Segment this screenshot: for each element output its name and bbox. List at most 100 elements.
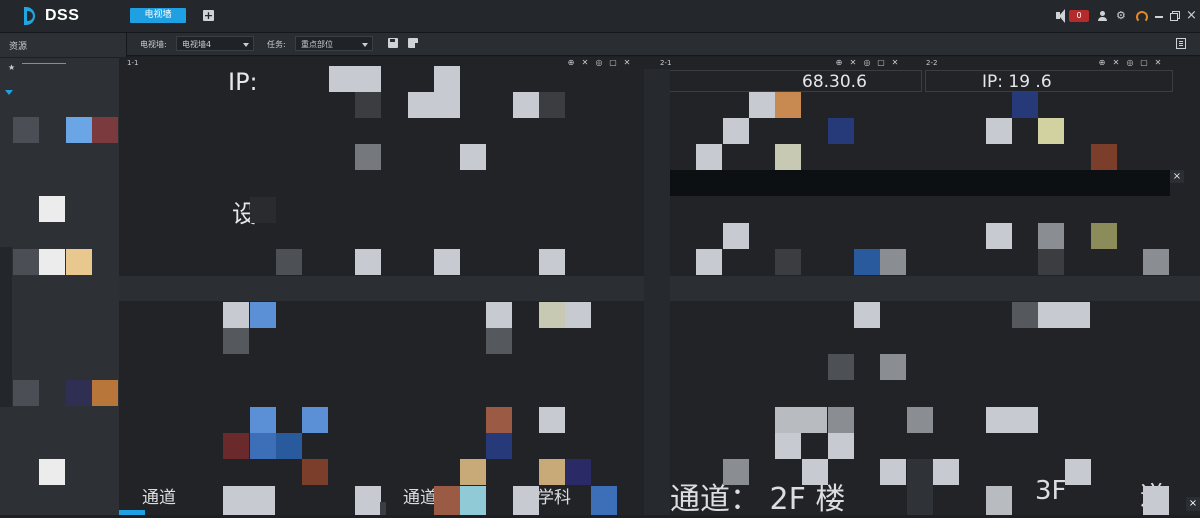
- user-icon[interactable]: [1097, 9, 1107, 23]
- maximize-icon[interactable]: ▢: [876, 57, 886, 69]
- video-pixel: [460, 144, 486, 170]
- video-pixel: [539, 249, 565, 275]
- target-icon[interactable]: ◎: [594, 57, 604, 69]
- restore-icon[interactable]: [1170, 9, 1180, 23]
- playback-progress[interactable]: [119, 510, 145, 515]
- speaker-icon[interactable]: [1056, 9, 1068, 23]
- video-pixel: [1143, 486, 1169, 515]
- video-pixel: [250, 302, 276, 328]
- video-pixel: [513, 486, 539, 515]
- video-pixel: [828, 118, 854, 144]
- resource-thumbnail[interactable]: [66, 117, 92, 143]
- resource-thumbnail[interactable]: [39, 249, 65, 275]
- top-bar: DSS 电视墙 + 0 ⚙ ×: [0, 0, 1200, 33]
- video-pixel: [223, 433, 249, 459]
- video-pixel: [775, 407, 827, 433]
- resource-thumbnail[interactable]: [66, 380, 92, 406]
- video-pixel: [513, 92, 539, 118]
- video-pixel: [802, 459, 828, 485]
- video-pixel: [302, 407, 328, 433]
- add-tab-button[interactable]: +: [203, 10, 214, 21]
- maximize-icon[interactable]: ▢: [1139, 57, 1149, 69]
- resource-thumbnail[interactable]: [92, 117, 118, 143]
- mute-icon[interactable]: ✕: [848, 57, 858, 69]
- video-pixel: [434, 486, 460, 515]
- resource-thumbnail[interactable]: [92, 380, 118, 406]
- expand-triangle-icon[interactable]: [5, 90, 13, 95]
- osd-ip-label: IP:: [228, 68, 258, 96]
- screen-id: 2-1: [660, 59, 672, 67]
- wall-select-value: 电视墙4: [182, 40, 212, 49]
- wall-select-label: 电视墙:: [140, 40, 167, 49]
- video-pixel: [986, 486, 1012, 515]
- resource-thumbnail[interactable]: [13, 380, 39, 406]
- wall-divider-horizontal: [119, 276, 644, 301]
- minimize-icon[interactable]: [1155, 9, 1164, 23]
- video-pixel: [486, 328, 512, 354]
- resource-thumbnail[interactable]: [13, 117, 39, 143]
- mute-icon[interactable]: ✕: [1111, 57, 1121, 69]
- resource-thumbnail[interactable]: [39, 196, 65, 222]
- target-icon[interactable]: ◎: [862, 57, 872, 69]
- close-icon[interactable]: ✕: [622, 57, 632, 69]
- favorite-star-icon[interactable]: ★: [8, 63, 15, 72]
- maximize-icon[interactable]: ▢: [608, 57, 618, 69]
- video-pixel: [539, 92, 565, 118]
- video-pixel: [907, 459, 933, 515]
- ptz-icon[interactable]: ⊕: [1097, 57, 1107, 69]
- ptz-icon[interactable]: ⊕: [834, 57, 844, 69]
- wall-select[interactable]: 电视墙4: [176, 36, 254, 51]
- save-as-icon[interactable]: [408, 38, 420, 48]
- video-pixel: [565, 459, 591, 485]
- video-pixel: [486, 302, 512, 328]
- sidebar-scrollbar[interactable]: [0, 247, 12, 407]
- video-pixel: [1012, 302, 1038, 328]
- video-pixel: [591, 486, 617, 515]
- video-pixel: [276, 249, 302, 275]
- gear-icon[interactable]: ⚙: [1116, 9, 1126, 23]
- alarm-count-badge[interactable]: 0: [1069, 10, 1089, 22]
- video-pixel: [302, 459, 328, 485]
- video-pixel: [355, 249, 381, 275]
- video-pixel: [250, 197, 276, 223]
- video-pixel: [854, 302, 880, 328]
- screen-header-2-1: 2-1: [660, 57, 671, 69]
- logo-text: DSS: [45, 7, 80, 24]
- video-pixel: [250, 433, 276, 459]
- list-icon[interactable]: [1176, 38, 1186, 49]
- close-icon[interactable]: ✕: [1153, 57, 1163, 69]
- camera-frame[interactable]: [669, 70, 922, 92]
- wall-toolbar: 电视墙: 电视墙4 任务: 重点部位: [127, 33, 1200, 56]
- mute-icon[interactable]: ✕: [580, 57, 590, 69]
- speed-icon[interactable]: [1135, 9, 1148, 23]
- video-pixel: [775, 249, 801, 275]
- video-pixel: [460, 486, 486, 515]
- chevron-down-icon: [362, 43, 368, 47]
- close-icon[interactable]: ×: [1186, 497, 1200, 511]
- save-icon[interactable]: [388, 38, 398, 48]
- video-pixel: [460, 459, 486, 485]
- screen-id: 2-2: [926, 59, 938, 67]
- resource-thumbnail[interactable]: [13, 249, 39, 275]
- tab-tv-wall[interactable]: 电视墙: [130, 8, 186, 23]
- video-pixel: [1143, 249, 1169, 275]
- close-icon[interactable]: ×: [1186, 9, 1197, 23]
- video-pixel: [1038, 302, 1090, 328]
- close-icon[interactable]: ✕: [890, 57, 900, 69]
- sidebar-search-input[interactable]: [22, 63, 66, 64]
- video-pixel: [880, 249, 906, 275]
- target-icon[interactable]: ◎: [1125, 57, 1135, 69]
- ptz-icon[interactable]: ⊕: [566, 57, 576, 69]
- task-select[interactable]: 重点部位: [295, 36, 373, 51]
- video-pixel: [828, 407, 854, 433]
- wall-divider-horizontal: [670, 276, 1200, 301]
- resource-thumbnail[interactable]: [39, 459, 65, 485]
- video-pixel: [828, 433, 854, 459]
- osd-ip-value: IP: 19 .6: [982, 72, 1052, 92]
- resource-thumbnail[interactable]: [66, 249, 92, 275]
- close-icon[interactable]: ×: [1170, 170, 1184, 183]
- video-pixel: [355, 144, 381, 170]
- video-pixel: [408, 92, 460, 118]
- scroll-handle[interactable]: [380, 502, 386, 515]
- video-blank-band: [670, 170, 1170, 196]
